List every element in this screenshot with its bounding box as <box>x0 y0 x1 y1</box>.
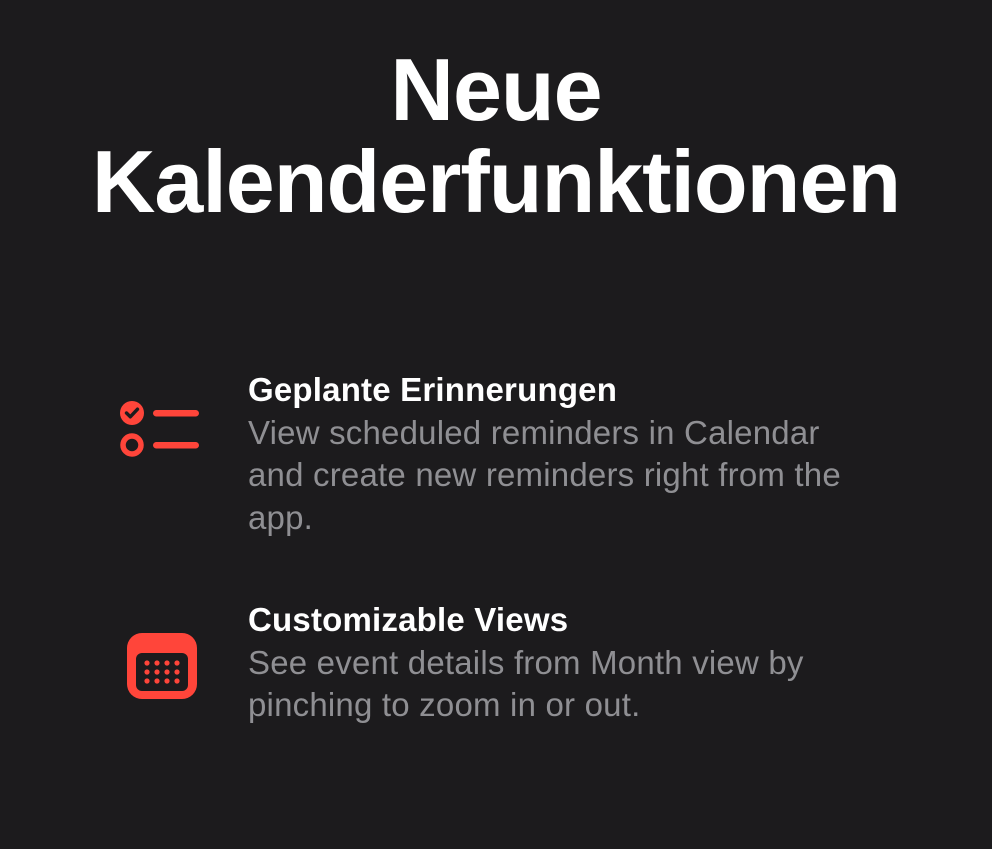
whats-new-panel: Neue Kalenderfunktionen <box>0 0 992 726</box>
feature-desc: View scheduled reminders in Calendar and… <box>248 412 882 539</box>
feature-views: Customizable Views See event details fro… <box>116 599 882 727</box>
feature-title: Customizable Views <box>248 599 882 640</box>
feature-text: Customizable Views See event details fro… <box>248 599 882 727</box>
calendar-icon <box>116 629 208 703</box>
feature-desc: See event details from Month view by pin… <box>248 642 882 726</box>
reminders-list-icon <box>116 399 208 459</box>
feature-text: Geplante Erinnerungen View scheduled rem… <box>248 369 882 539</box>
feature-list: Geplante Erinnerungen View scheduled rem… <box>20 369 972 727</box>
feature-reminders: Geplante Erinnerungen View scheduled rem… <box>116 369 882 539</box>
page-title: Neue Kalenderfunktionen <box>20 44 972 229</box>
feature-title: Geplante Erinnerungen <box>248 369 882 410</box>
